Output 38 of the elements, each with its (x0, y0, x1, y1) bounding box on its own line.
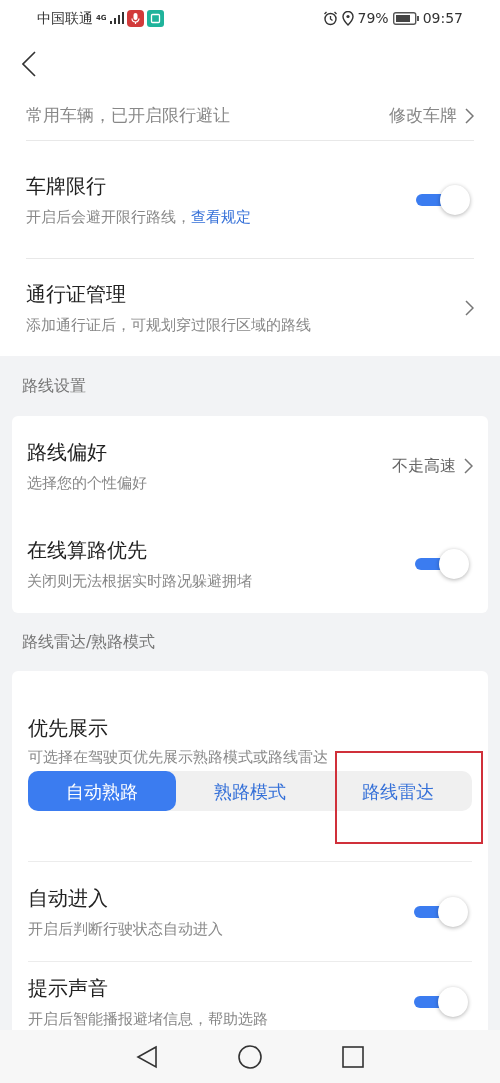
rules-link[interactable]: 查看规定 (191, 206, 251, 227)
app-icon (146, 9, 164, 27)
battery-percent: 79% (357, 8, 389, 28)
section-label: 路线雷达/熟路模式 (22, 631, 156, 653)
setting-description: 选择您的个性偏好 (27, 472, 147, 493)
setting-description: 开启后判断行驶状态自动进入 (28, 918, 223, 939)
setting-title: 优先展示 (28, 715, 109, 741)
setting-description: 关闭则无法根据实时路况躲避拥堵 (27, 570, 252, 591)
carrier-name: 中国联通 (37, 8, 93, 28)
setting-title: 提示声音 (28, 975, 109, 1001)
setting-description: 开启后智能播报避堵信息，帮助选路 (28, 1009, 268, 1029)
setting-description: 添加通行证后，可规划穿过限行区域的路线 (26, 314, 311, 335)
setting-title: 在线算路优先 (27, 536, 148, 563)
microphone-icon (126, 9, 144, 27)
setting-title: 路线偏好 (27, 438, 108, 465)
signal-icon (109, 12, 124, 24)
home-nav-button[interactable] (238, 1044, 262, 1069)
setting-description: 开启后会避开限行路线， (26, 206, 191, 227)
chevron-right-icon (464, 457, 473, 474)
vehicle-status: 常用车辆，已开启限行避让 (26, 104, 230, 128)
setting-title: 自动进入 (28, 884, 109, 911)
segment-tab[interactable]: 路线雷达 (324, 771, 472, 811)
edit-plate-link[interactable]: 修改车牌 (389, 103, 457, 129)
battery-icon (392, 11, 419, 25)
segment-tab[interactable]: 自动熟路 (28, 771, 176, 811)
setting-title: 通行证管理 (26, 280, 127, 307)
location-icon (341, 10, 354, 26)
setting-value[interactable]: 不走高速 (392, 453, 456, 478)
setting-title: 车牌限行 (26, 172, 107, 199)
back-nav-button[interactable] (136, 1044, 158, 1069)
clock-time: 09:57 (422, 8, 463, 28)
chevron-right-icon (465, 299, 474, 316)
recents-nav-button[interactable] (342, 1045, 364, 1068)
setting-description: 可选择在驾驶页优先展示熟路模式或路线雷达 (28, 747, 329, 767)
segment-tab[interactable]: 熟路模式 (176, 771, 324, 811)
alarm-icon (322, 10, 338, 26)
section-label: 路线设置 (22, 375, 86, 397)
chevron-right-icon (465, 108, 474, 124)
